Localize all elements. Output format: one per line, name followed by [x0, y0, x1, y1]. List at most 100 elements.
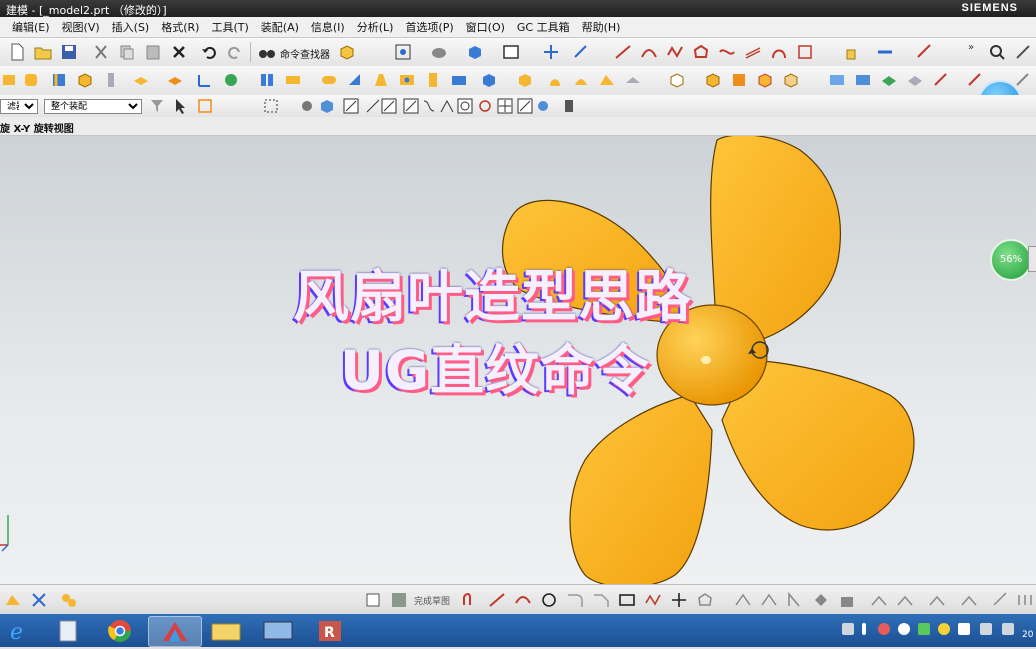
snap-center-icon[interactable] [456, 97, 474, 115]
revolve-icon[interactable] [22, 71, 40, 89]
menu-gc-toolbox[interactable]: GC 工具箱 [517, 19, 570, 35]
performance-widget[interactable]: 56% [990, 239, 1032, 281]
paste-icon[interactable] [144, 43, 162, 61]
show-constraints-icon[interactable] [960, 591, 978, 609]
select-filter-icon[interactable] [148, 97, 166, 115]
point-icon[interactable] [670, 591, 688, 609]
pattern-curve-icon[interactable] [760, 591, 778, 609]
surface-grid-icon[interactable] [828, 71, 846, 89]
menu-info[interactable]: 信息(I) [311, 19, 345, 35]
offset-face-icon[interactable] [624, 71, 642, 89]
intersect-icon[interactable] [730, 71, 748, 89]
widget-tab[interactable] [1028, 246, 1036, 272]
tray-network-icon[interactable] [1002, 623, 1014, 635]
hole-icon[interactable] [398, 71, 416, 89]
assembly-filter-select[interactable]: 整个装配 [44, 99, 142, 114]
extend-icon[interactable] [838, 591, 856, 609]
open-folder-icon[interactable] [34, 43, 52, 61]
menu-preferences[interactable]: 首选项(P) [405, 19, 453, 35]
line-icon[interactable] [614, 43, 632, 61]
delete-face-icon[interactable] [782, 71, 800, 89]
cube-icon[interactable] [338, 43, 356, 61]
mirror-icon[interactable] [258, 71, 276, 89]
slot-icon[interactable] [480, 71, 498, 89]
tray-app2-icon[interactable] [898, 623, 910, 635]
taskbar-notepad-icon[interactable] [42, 616, 94, 645]
rectangle-select-icon[interactable] [262, 97, 280, 115]
zoom-icon[interactable] [988, 43, 1006, 61]
pattern-icon[interactable] [132, 71, 150, 89]
finish-sketch-icon[interactable] [390, 591, 408, 609]
boss-icon[interactable] [424, 71, 442, 89]
menu-format[interactable]: 格式(R) [161, 19, 199, 35]
overflow-chevron-icon[interactable]: » [968, 42, 974, 53]
profile-icon[interactable] [462, 591, 480, 609]
snap-point-on-curve-icon[interactable] [496, 97, 514, 115]
extrude-icon[interactable] [0, 71, 18, 89]
layer-icon[interactable] [318, 97, 336, 115]
rectangle-icon[interactable] [618, 591, 636, 609]
subtract-icon[interactable] [704, 71, 722, 89]
snap-settings-icon[interactable] [560, 97, 578, 115]
assembly-nav-icon[interactable] [30, 591, 48, 609]
snap-curve-icon[interactable] [420, 97, 438, 115]
save-icon[interactable] [60, 43, 78, 61]
menu-view[interactable]: 视图(V) [62, 19, 100, 35]
endpoint-snap-icon[interactable] [342, 97, 360, 115]
sketch-task-icon[interactable] [4, 591, 22, 609]
menu-assembly[interactable]: 装配(A) [261, 19, 299, 35]
menu-insert[interactable]: 插入(S) [112, 19, 150, 35]
mirror-curve-icon[interactable] [786, 591, 804, 609]
snap-point-icon[interactable] [196, 97, 214, 115]
fan-blade-lower-left[interactable] [569, 394, 713, 584]
constraint-group-icon[interactable] [60, 591, 78, 609]
dimension-icon[interactable] [992, 591, 1010, 609]
copy-icon[interactable] [118, 43, 136, 61]
cut-icon[interactable] [92, 43, 110, 61]
chamfer-icon[interactable] [346, 71, 364, 89]
snap-on-face-icon[interactable] [516, 97, 534, 115]
delete-icon[interactable] [170, 43, 188, 61]
constraints-icon[interactable] [896, 591, 914, 609]
block-icon[interactable] [76, 71, 94, 89]
type-filter-select[interactable]: 滤器 [0, 99, 38, 114]
move-component-icon[interactable] [542, 43, 560, 61]
fit-view-icon[interactable] [394, 43, 412, 61]
thread-icon[interactable] [546, 71, 564, 89]
tray-app4-icon[interactable] [938, 623, 950, 635]
tools-icon[interactable] [1014, 43, 1032, 61]
thicken-icon[interactable] [598, 71, 616, 89]
snap-intersection-icon[interactable] [438, 97, 456, 115]
ruled-surface-icon[interactable] [880, 71, 898, 89]
pocket-icon[interactable] [450, 71, 468, 89]
redo-icon[interactable] [226, 43, 244, 61]
tray-app5-icon[interactable] [958, 623, 970, 635]
studio-spline-icon[interactable] [644, 591, 662, 609]
tray-keyboard-icon[interactable] [842, 623, 854, 635]
sphere-icon[interactable] [222, 71, 240, 89]
sketch-line-icon[interactable] [488, 591, 506, 609]
groove-icon[interactable] [516, 71, 534, 89]
shell-icon[interactable] [50, 71, 68, 89]
snap-bounded-icon[interactable] [534, 97, 552, 115]
taskbar-chrome-icon[interactable] [94, 616, 146, 645]
menu-analysis[interactable]: 分析(L) [357, 19, 394, 35]
shaded-view-icon[interactable] [430, 43, 448, 61]
undo-icon[interactable] [200, 43, 218, 61]
curve-tool-icon[interactable] [718, 43, 736, 61]
assembly-constraint-icon[interactable] [572, 43, 590, 61]
finish-sketch-label[interactable]: 完成草图 [414, 594, 450, 607]
extension-icon[interactable] [966, 71, 984, 89]
show-hide-icon[interactable] [298, 97, 316, 115]
snap-line-icon[interactable] [380, 97, 398, 115]
hand-icon[interactable] [842, 43, 860, 61]
polygon-icon[interactable] [692, 43, 710, 61]
render-style-icon[interactable] [466, 43, 484, 61]
tray-clock[interactable]: 20 [1022, 630, 1033, 640]
menu-edit[interactable]: 编辑(E) [12, 19, 50, 35]
auto-constrain-icon[interactable] [928, 591, 946, 609]
new-file-icon[interactable] [8, 43, 26, 61]
emboss-icon[interactable] [166, 71, 184, 89]
unite-icon[interactable] [668, 71, 686, 89]
corner-icon[interactable] [870, 591, 888, 609]
